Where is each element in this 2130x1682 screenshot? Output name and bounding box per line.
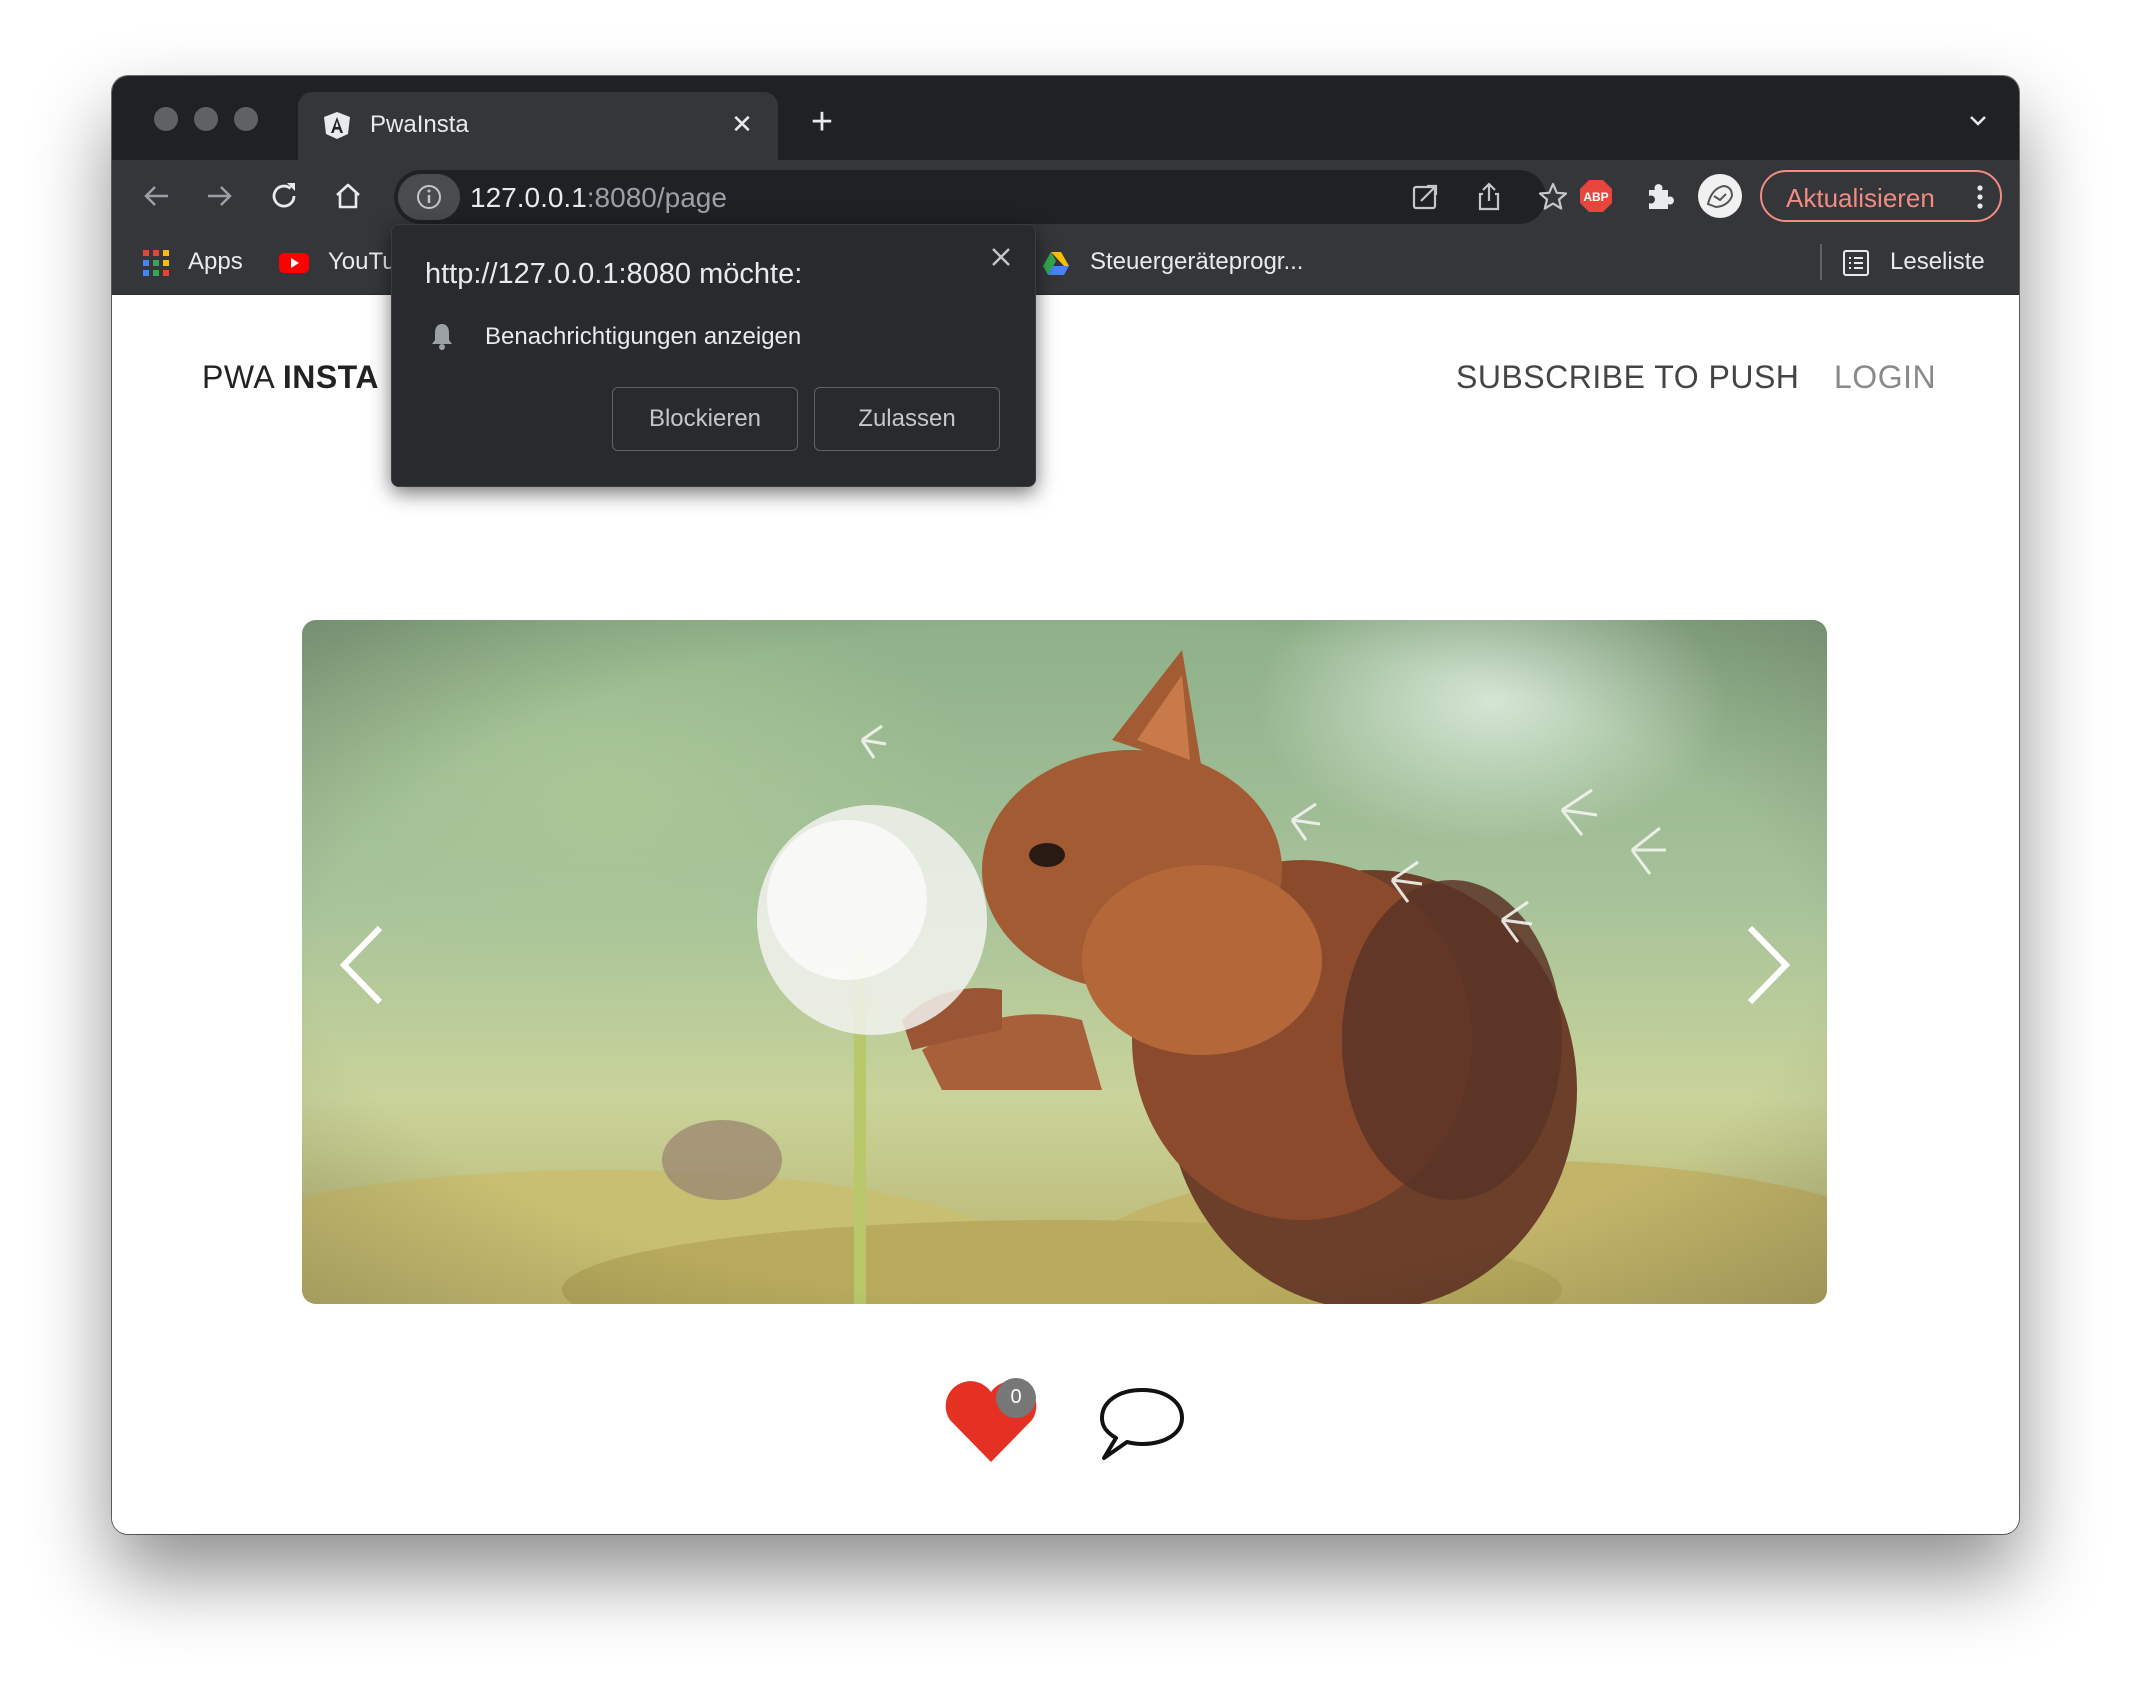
google-drive-icon [1043,252,1069,275]
login-link[interactable]: LOGIN [1834,359,1936,396]
brand-bold: INSTA [282,359,379,395]
subscribe-to-push-link[interactable]: SUBSCRIBE TO PUSH [1456,359,1799,396]
permission-request-text: Benachrichtigungen anzeigen [485,323,802,350]
forward-icon[interactable] [202,178,238,214]
profile-avatar[interactable] [1698,174,1742,218]
tab-title: PwaInsta [370,111,469,138]
like-count-badge: 0 [996,1378,1036,1418]
url-text: 127.0.0.1:8080/page [470,182,727,214]
notification-permission-popup: http://127.0.0.1:8080 möchte: Benachrich… [391,224,1036,487]
allow-button[interactable]: Zulassen [814,387,1000,451]
minimize-window-button[interactable] [194,107,218,131]
extensions-puzzle-icon[interactable] [1642,178,1678,214]
bookmarks-separator [1820,244,1822,280]
brand-logo[interactable]: PWA INSTA [202,359,379,396]
open-in-app-icon[interactable] [1408,180,1442,214]
share-icon[interactable] [1472,180,1506,214]
bookmark-youtube[interactable]: YouTu [328,248,396,276]
site-info-button[interactable] [398,174,460,220]
tab-pwainsta[interactable]: PwaInsta ✕ [298,92,778,160]
bookmark-apps[interactable]: Apps [188,248,243,276]
carousel-prev-icon[interactable] [332,920,392,1010]
post-actions: 0 [112,1378,2019,1478]
close-icon[interactable] [987,243,1015,271]
youtube-icon [279,253,309,273]
adblock-plus-icon[interactable]: ABP [1578,178,1614,214]
svg-text:ABP: ABP [1583,190,1608,204]
angular-logo-icon [324,112,350,139]
bookmark-reading-list[interactable]: Leseliste [1890,248,1985,276]
url-path: :8080/page [586,182,727,213]
block-button[interactable]: Blockieren [612,387,798,451]
tab-search-chevron-icon[interactable] [1963,106,1993,136]
address-bar[interactable]: 127.0.0.1:8080/page [394,170,1568,224]
permission-title: http://127.0.0.1:8080 möchte: [425,258,803,290]
home-icon[interactable] [330,178,366,214]
info-icon [417,185,441,209]
apps-grid-icon [143,250,169,276]
reading-list-icon [1843,250,1869,276]
update-label: Aktualisieren [1786,183,1935,213]
close-window-button[interactable] [154,107,178,131]
zoom-window-button[interactable] [234,107,258,131]
bookmark-drive[interactable]: Steuergeräteprogr... [1090,248,1303,276]
bell-icon [432,324,452,350]
url-host: 127.0.0.1 [470,182,587,213]
image-carousel [302,620,1827,1304]
update-browser-button[interactable]: Aktualisieren [1760,170,2002,222]
tab-strip: PwaInsta ✕ + [112,76,2019,160]
more-vertical-icon [1977,185,1983,209]
profile-avatar-icon [1706,184,1734,209]
brand-light: PWA [202,359,283,395]
new-tab-button[interactable]: + [802,103,842,144]
back-icon[interactable] [138,178,174,214]
browser-window: PwaInsta ✕ + 127.0.0.1:8080/page ABP Akt… [112,76,2019,1534]
tab-close-button[interactable]: ✕ [724,106,760,142]
bookmark-star-icon[interactable] [1536,180,1570,214]
comment-bubble-icon[interactable] [1096,1382,1188,1464]
reload-icon[interactable] [266,178,302,214]
squirrel-dandelion-photo [302,620,1827,1304]
carousel-next-icon[interactable] [1738,920,1798,1010]
browser-toolbar: 127.0.0.1:8080/page ABP Aktualisieren [112,160,2019,232]
